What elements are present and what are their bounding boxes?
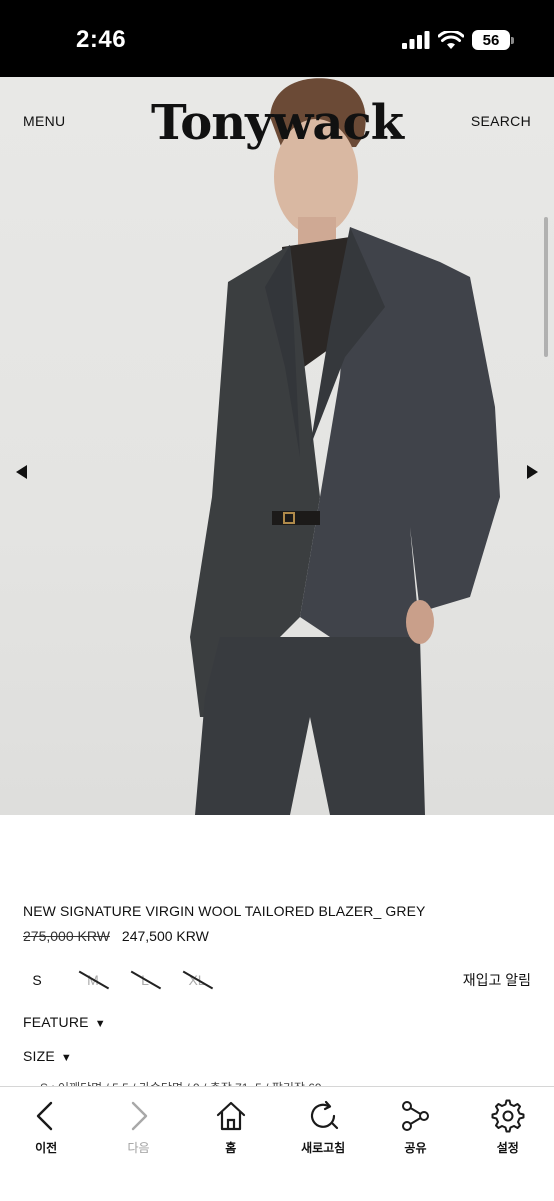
status-time: 2:46 (76, 26, 127, 53)
search-button[interactable]: SEARCH (471, 113, 531, 129)
settings-label: 설정 (496, 1141, 519, 1155)
price-row: 275,000 KRW 247,500 KRW (23, 928, 209, 944)
status-icons: 56 (402, 30, 514, 50)
refresh-button[interactable]: 새로고침 (277, 1087, 369, 1201)
battery-indicator: 56 (472, 30, 514, 50)
size-option-xl[interactable]: XL (177, 966, 217, 994)
back-label: 이전 (35, 1141, 58, 1155)
share-button[interactable]: 공유 (369, 1087, 461, 1201)
size-selector: S M L XL 재입고 알림 (23, 966, 531, 994)
product-name: NEW SIGNATURE VIRGIN WOOL TAILORED BLAZE… (23, 903, 426, 919)
restock-alert-link[interactable]: 재입고 알림 (463, 970, 531, 990)
back-button[interactable]: 이전 (0, 1087, 92, 1201)
original-price: 275,000 KRW (23, 928, 110, 944)
size-option-m[interactable]: M (73, 966, 113, 994)
home-label: 홈 (225, 1141, 237, 1155)
sale-price: 247,500 KRW (121, 928, 209, 944)
caret-down-icon: ▼ (94, 1018, 106, 1030)
home-icon (216, 1101, 245, 1131)
feature-label: FEATURE (23, 1014, 89, 1030)
status-bar: 2:46 56 (0, 0, 554, 77)
settings-button[interactable]: 설정 (462, 1087, 554, 1201)
size-info-toggle[interactable]: SIZE ▼ (23, 1048, 72, 1064)
forward-button[interactable]: 다음 (92, 1087, 184, 1201)
wifi-icon (438, 30, 464, 49)
chevron-left-icon (36, 1101, 53, 1131)
size-info-label: SIZE (23, 1048, 55, 1064)
refresh-icon (311, 1100, 339, 1130)
feature-toggle[interactable]: FEATURE ▼ (23, 1014, 106, 1030)
size-option-s[interactable]: S (23, 966, 51, 994)
scrollbar[interactable] (544, 217, 548, 357)
forward-label: 다음 (127, 1141, 150, 1155)
home-button[interactable]: 홈 (185, 1087, 277, 1201)
share-icon (402, 1101, 430, 1131)
next-image-arrow-icon[interactable] (527, 465, 538, 479)
caret-down-icon: ▼ (60, 1052, 73, 1064)
refresh-label: 새로고침 (301, 1141, 346, 1155)
share-label: 공유 (404, 1141, 427, 1155)
model-photo (190, 78, 500, 815)
product-hero-image[interactable]: MENU Tonywack SEARCH (0, 77, 554, 815)
chevron-right-icon (132, 1101, 148, 1131)
gear-icon (491, 1099, 525, 1133)
signal-icon (402, 31, 430, 49)
browser-toolbar: 이전 다음 홈 새로고침 공유 설정 (0, 1086, 554, 1201)
size-option-l[interactable]: L (125, 966, 165, 994)
previous-image-arrow-icon[interactable] (16, 465, 27, 479)
